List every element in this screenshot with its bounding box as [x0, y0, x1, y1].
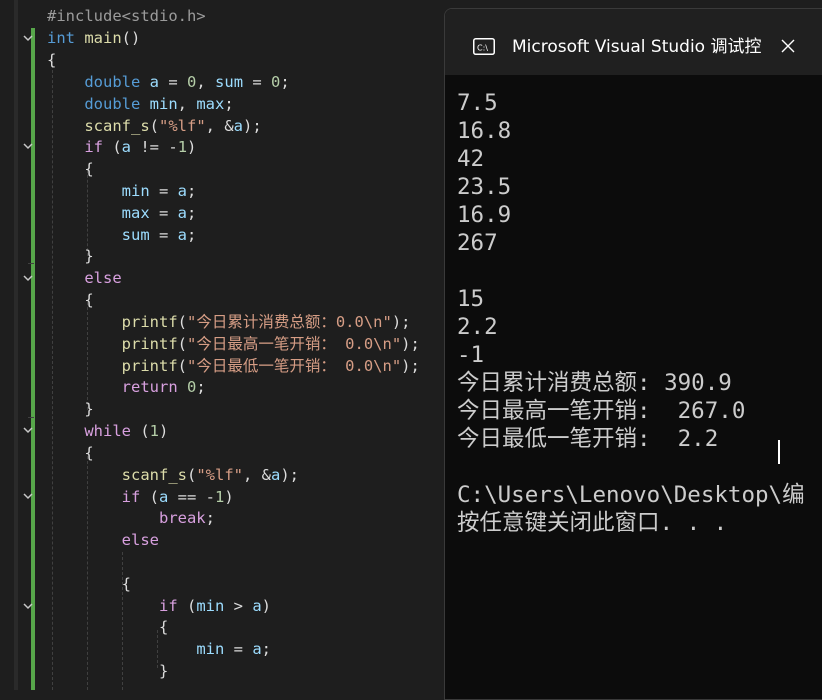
code-line: if (a == -1)	[121, 488, 234, 506]
code-line: #include<stdio.h>	[47, 5, 206, 27]
code-line: if (min > a)	[158, 597, 272, 615]
fold-chevron-icon[interactable]	[21, 31, 35, 45]
output-line: 42	[457, 146, 485, 172]
output-line: 2.2	[457, 314, 498, 340]
code-line: {	[47, 575, 131, 593]
output-line: 7.5	[457, 90, 498, 116]
code-line: }	[47, 247, 94, 265]
close-icon	[773, 39, 803, 65]
output-line: 今日最高一笔开销: 267.0	[457, 398, 746, 424]
code-text: #include<stdio.h>	[47, 7, 206, 25]
code-line: printf("今日最低一笔开销： 0.0\n");	[121, 357, 420, 375]
code-line: {	[47, 444, 94, 462]
text-cursor	[778, 440, 780, 464]
svg-text:C:\: C:\	[477, 44, 488, 53]
output-line: 267	[457, 230, 498, 256]
code-line: printf("今日累计消费总额：0.0\n");	[121, 313, 411, 331]
code-line: sum = a;	[121, 226, 197, 244]
output-line: C:\Users\Lenovo\Desktop\编	[457, 482, 805, 508]
output-line: 16.9	[457, 202, 512, 228]
code-line: if (a != -1)	[84, 138, 197, 156]
code-line: scanf_s("%lf", &a);	[121, 466, 300, 484]
debug-console-window[interactable]: C:\ Microsoft Visual Studio 调试控制台 7.5 16…	[444, 8, 822, 700]
output-line: 今日累计消费总额: 390.9	[457, 370, 732, 396]
code-line: {	[47, 291, 94, 309]
fold-chevron-icon[interactable]	[21, 423, 35, 437]
close-button[interactable]	[773, 33, 803, 61]
code-line: break;	[158, 509, 215, 527]
code-line: {	[47, 618, 169, 636]
change-tracking-bar	[31, 28, 35, 690]
code-line: min = a;	[196, 640, 271, 658]
code-line: else	[121, 531, 159, 549]
fold-chevron-icon[interactable]	[21, 489, 35, 503]
code-line: max = a;	[121, 204, 197, 222]
code-line: {	[47, 51, 57, 69]
output-line: 今日最低一笔开销: 2.2	[457, 426, 719, 452]
code-line: {	[47, 160, 94, 178]
window-title: Microsoft Visual Studio 调试控制台	[512, 37, 762, 57]
code-editor[interactable]: #include<stdio.h> int main() { double a …	[0, 0, 445, 690]
code-line: double a = 0, sum = 0;	[84, 73, 290, 91]
console-icon: C:\	[473, 38, 495, 55]
fold-chevron-icon[interactable]	[21, 271, 35, 285]
fold-chevron-icon[interactable]	[21, 139, 35, 153]
output-line: 按任意键关闭此窗口. . .	[457, 510, 728, 536]
fold-chevron-icon[interactable]	[21, 599, 35, 613]
code-line: }	[47, 400, 94, 418]
code-line: min = a;	[121, 182, 197, 200]
console-output[interactable]: 7.5 16.8 42 23.5 16.9 267 15 2.2 -1 今日累计…	[445, 75, 822, 699]
code-line: scanf_s("%lf", &a);	[84, 117, 262, 135]
output-line: 23.5	[457, 174, 512, 200]
code-line: return 0;	[121, 378, 206, 396]
editor-margin	[14, 0, 18, 690]
code-line: double min, max;	[84, 95, 234, 113]
fold-end-marker	[28, 417, 34, 418]
output-line: 15	[457, 286, 485, 312]
output-line: 16.8	[457, 118, 512, 144]
code-line: }	[47, 662, 169, 680]
code-line: while (1)	[84, 422, 169, 440]
fold-end-marker	[28, 263, 34, 264]
code-line: printf("今日最高一笔开销： 0.0\n");	[121, 335, 420, 353]
code-line: else	[84, 269, 122, 287]
code-line: int main()	[47, 29, 141, 47]
output-line: -1	[457, 342, 485, 368]
title-bar[interactable]: C:\ Microsoft Visual Studio 调试控制台	[445, 9, 822, 75]
